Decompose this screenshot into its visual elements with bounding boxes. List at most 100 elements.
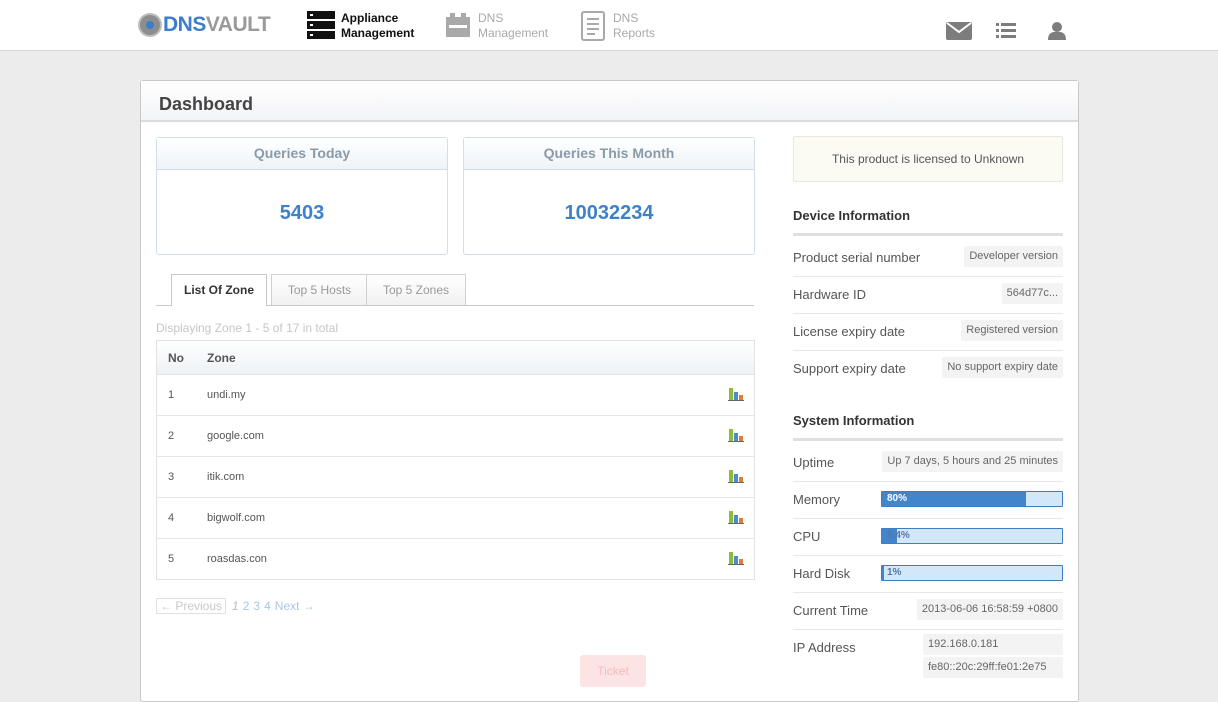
page-3-link[interactable]: 3 [253, 599, 260, 613]
ipv6-value: fe80::20c:29ff:fe01:2e75 [923, 657, 1063, 678]
queries-month-value: 10032234 [564, 202, 654, 224]
info-label: Hardware ID [793, 287, 866, 302]
info-label: Hard Disk [793, 566, 851, 581]
table-row: 4 bigwolf.com [157, 498, 754, 539]
info-row-serial: Product serial number Developer version [793, 239, 1063, 277]
page-1: 1 [232, 599, 239, 613]
info-label: Current Time [793, 603, 869, 618]
disk-progress-bar: 1% [881, 565, 1063, 581]
page-4-link[interactable]: 4 [264, 599, 271, 613]
info-value: 2013-06-06 16:58:59 +0800 [916, 599, 1063, 620]
zone-chart-icon[interactable] [728, 387, 744, 401]
zone-number: 3 [168, 471, 175, 483]
dashboard-panel: Dashboard Queries Today 5403 Queries Thi… [140, 80, 1079, 702]
info-row-ip-address: IP Address 192.168.0.181 fe80::20c:29ff:… [793, 629, 1063, 689]
info-row-license-expiry: License expiry date Registered version [793, 313, 1063, 351]
queries-month-card: Queries This Month 10032234 [463, 137, 755, 255]
gear-logo-icon [140, 15, 160, 35]
cpu-progress-bar: 8.4% [881, 528, 1063, 544]
nav-label-line1: Appliance [341, 11, 399, 25]
zone-number: 5 [168, 553, 175, 565]
info-value: Developer version [964, 246, 1063, 267]
nav-label-line2: Reports [613, 26, 656, 40]
dnsvault-logo[interactable]: DNSVAULT [140, 13, 271, 37]
system-information-heading: System Information [793, 413, 1063, 441]
nav-label-line1: DNS [613, 11, 639, 25]
info-row-current-time: Current Time 2013-06-06 16:58:59 +0800 [793, 592, 1063, 630]
nav-label-line2: Management [341, 26, 415, 40]
zone-chart-icon[interactable] [728, 510, 744, 524]
page-2-link[interactable]: 2 [243, 599, 250, 613]
zone-tabs: List Of Zone Top 5 Hosts Top 5 Zones [156, 274, 754, 306]
zone-number: 1 [168, 389, 175, 401]
report-scroll-icon [581, 11, 605, 41]
column-header-zone: Zone [207, 351, 236, 365]
tab-top-5-zones[interactable]: Top 5 Zones [366, 274, 466, 305]
dns-server-icon [446, 13, 470, 37]
disk-percent: 1% [887, 567, 902, 578]
info-row-memory: Memory 80% [793, 481, 1063, 519]
info-label: Memory [793, 492, 840, 507]
list-icon[interactable] [996, 22, 1016, 40]
tab-list-of-zone[interactable]: List Of Zone [171, 274, 267, 306]
displaying-text: Displaying Zone 1 - 5 of 17 in total [156, 321, 339, 335]
license-notice: This product is licensed to Unknown [793, 136, 1063, 182]
column-header-no: No [168, 351, 184, 365]
zone-chart-icon[interactable] [728, 551, 744, 565]
queries-today-value: 5403 [279, 202, 325, 224]
previous-page-button[interactable]: ← Previous [156, 598, 227, 614]
info-value: Up 7 days, 5 hours and 25 minutes [882, 451, 1063, 472]
table-row: 3 itik.com [157, 457, 754, 498]
info-label: Uptime [793, 455, 835, 470]
zone-name: bigwolf.com [207, 512, 266, 524]
zone-table: No Zone 1 undi.my 2 google.com 3 itik.com 4 big… [156, 340, 755, 580]
user-icon[interactable] [1047, 22, 1067, 40]
info-value: 564d77c... [1001, 283, 1063, 304]
queries-month-label: Queries This Month [464, 138, 754, 170]
cpu-percent: 8.4% [887, 530, 910, 541]
mail-icon[interactable] [946, 22, 972, 40]
table-header: No Zone [157, 341, 754, 375]
info-row-cpu: CPU 8.4% [793, 518, 1063, 556]
queries-today-label: Queries Today [157, 138, 447, 170]
info-label: Support expiry date [793, 361, 906, 376]
top-navigation-bar: DNSVAULT Appliance Management DNS Manage… [0, 0, 1218, 51]
info-label: IP Address [793, 640, 856, 655]
disk-bar-fill [882, 566, 884, 580]
queries-today-card: Queries Today 5403 [156, 137, 448, 255]
zone-name: undi.my [207, 389, 246, 401]
zone-name: itik.com [207, 471, 245, 483]
info-row-support-expiry: Support expiry date No support expiry da… [793, 350, 1063, 387]
nav-label-line1: DNS [478, 11, 504, 25]
zone-number: 4 [168, 512, 175, 524]
nav-label-line2: Management [478, 26, 549, 40]
zone-chart-icon[interactable] [728, 428, 744, 442]
zone-name: roasdas.con [207, 553, 267, 565]
nav-dns-management[interactable]: DNS Management [444, 11, 548, 41]
table-row: 1 undi.my [157, 375, 754, 416]
pagination: ← Previous 1 2 3 4 Next → [156, 598, 319, 614]
info-row-hard-disk: Hard Disk 1% [793, 555, 1063, 593]
device-information-heading: Device Information [793, 208, 1063, 236]
zone-chart-icon[interactable] [728, 469, 744, 483]
nav-dns-reports[interactable]: DNS Reports [579, 11, 655, 41]
info-value: No support expiry date [942, 357, 1063, 378]
memory-progress-bar: 80% [881, 491, 1063, 507]
ticket-button[interactable]: Ticket [580, 655, 646, 687]
info-label: License expiry date [793, 324, 906, 339]
ipv4-value: 192.168.0.181 [923, 634, 1063, 655]
info-row-hardware-id: Hardware ID 564d77c... [793, 276, 1063, 314]
table-row: 5 roasdas.con [157, 539, 754, 579]
nav-appliance-management[interactable]: Appliance Management [307, 11, 414, 41]
table-row: 2 google.com [157, 416, 754, 457]
memory-percent: 80% [887, 493, 908, 504]
tab-top-5-hosts[interactable]: Top 5 Hosts [271, 274, 368, 305]
zone-name: google.com [207, 430, 264, 442]
next-page-link[interactable]: Next → [275, 599, 315, 613]
info-label: CPU [793, 529, 821, 544]
zone-number: 2 [168, 430, 175, 442]
page-title: Dashboard [159, 94, 254, 114]
server-icon [307, 11, 335, 39]
info-value: Registered version [961, 320, 1063, 341]
panel-header: Dashboard [141, 81, 1078, 122]
